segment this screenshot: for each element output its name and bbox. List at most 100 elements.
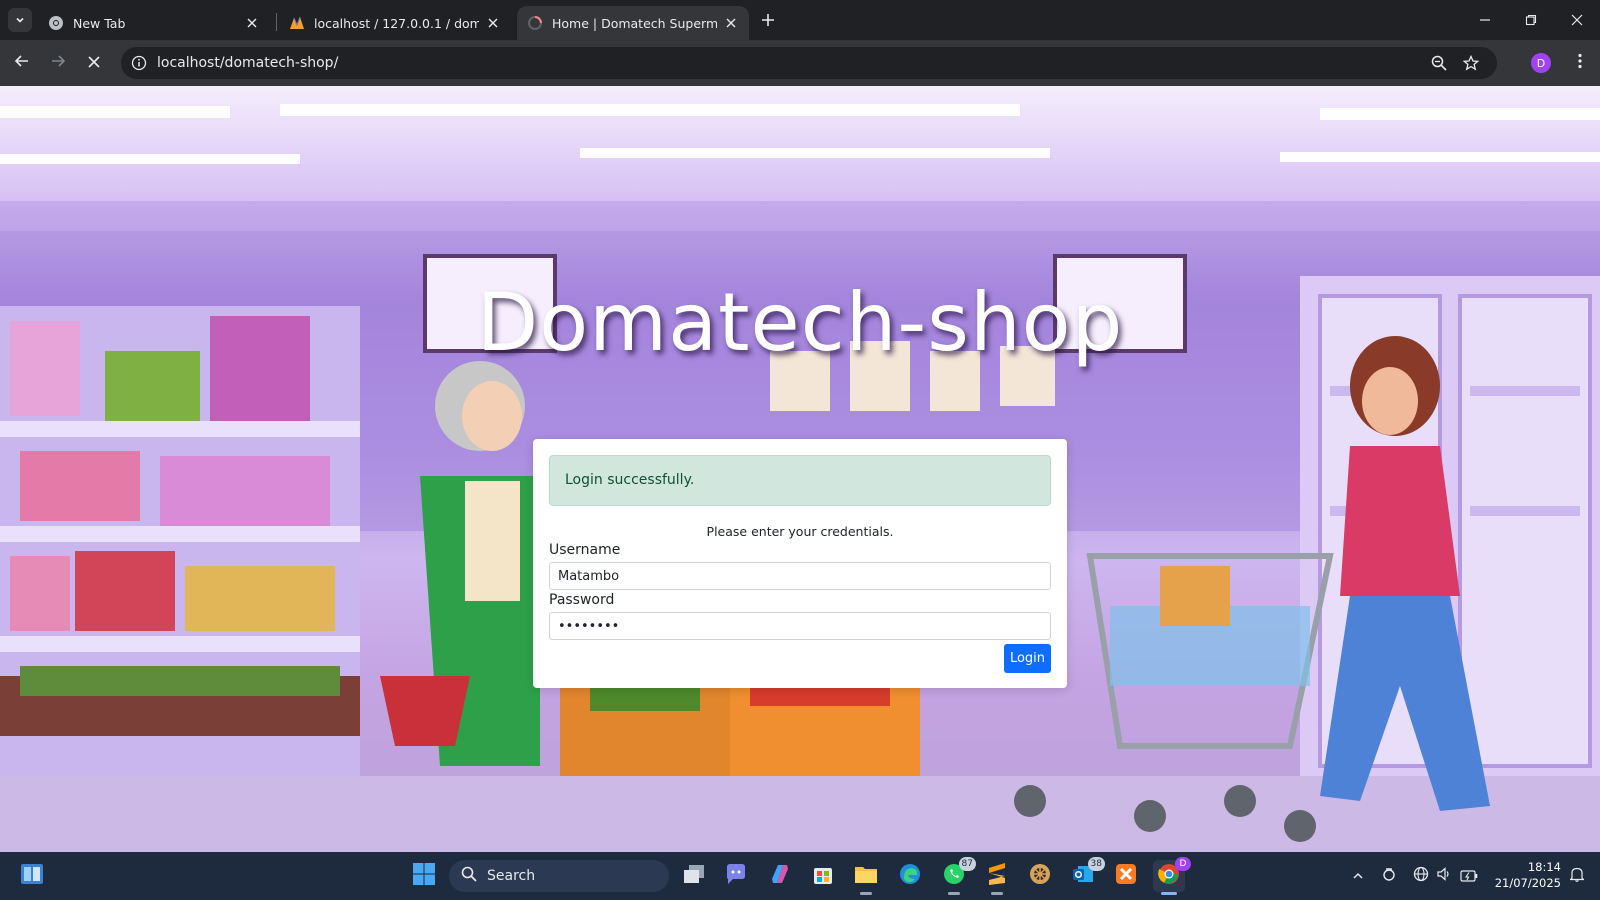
browser-menu-button[interactable] bbox=[1568, 51, 1592, 75]
folder-icon bbox=[854, 864, 878, 888]
tab-search-button[interactable] bbox=[8, 8, 32, 32]
chrome-icon bbox=[48, 15, 64, 31]
password-input[interactable] bbox=[549, 612, 1051, 640]
page-viewport: Domatech-shop Login successfully. Please… bbox=[0, 86, 1600, 852]
start-button[interactable] bbox=[408, 860, 440, 892]
sublime-icon bbox=[988, 863, 1006, 889]
edge-icon bbox=[899, 863, 921, 889]
arrow-right-icon bbox=[50, 53, 66, 73]
chat-icon bbox=[725, 863, 747, 889]
username-label: Username bbox=[549, 542, 621, 558]
phpmyadmin-icon bbox=[289, 15, 305, 31]
clock-time: 18:14 bbox=[1527, 860, 1561, 874]
login-form: Login successfully. Please enter your cr… bbox=[533, 439, 1067, 688]
close-icon[interactable] bbox=[485, 15, 501, 31]
loading-icon bbox=[527, 15, 543, 31]
taskbar-search[interactable]: Search bbox=[449, 860, 669, 892]
back-button[interactable] bbox=[8, 49, 36, 77]
tab-domatech-home[interactable]: Home | Domatech Supermarket bbox=[517, 6, 749, 40]
minimize-icon bbox=[1479, 11, 1491, 30]
xampp-button[interactable] bbox=[1110, 860, 1142, 892]
task-view-icon bbox=[683, 864, 705, 888]
stop-loading-button[interactable] bbox=[80, 49, 108, 77]
notification-badge: 38 bbox=[1087, 857, 1105, 871]
restore-button[interactable] bbox=[1511, 6, 1551, 34]
search-label: Search bbox=[487, 868, 536, 884]
task-view-button[interactable] bbox=[678, 860, 710, 892]
speaker-icon bbox=[1436, 866, 1452, 886]
notification-badge: 87 bbox=[958, 857, 976, 871]
chevron-up-icon bbox=[1352, 867, 1364, 886]
profile-avatar[interactable]: D bbox=[1531, 53, 1551, 73]
windows-taskbar: Search 87 38 D 18:14 21/07/2025 bbox=[0, 852, 1600, 900]
copilot-icon bbox=[769, 863, 791, 889]
widgets-icon bbox=[20, 863, 44, 889]
xampp-icon bbox=[1115, 863, 1137, 889]
tab-title: New Tab bbox=[73, 15, 126, 31]
close-icon bbox=[87, 54, 101, 73]
close-icon bbox=[1571, 11, 1583, 30]
clock-date: 21/07/2025 bbox=[1494, 876, 1561, 890]
tab-divider bbox=[276, 13, 277, 31]
browser-toolbar: localhost/domatech-shop/ D bbox=[0, 40, 1600, 86]
running-indicator bbox=[948, 892, 960, 895]
store-icon bbox=[812, 863, 834, 889]
tab-phpmyadmin[interactable]: localhost / 127.0.0.1 / domatech bbox=[279, 6, 511, 40]
tab-title: localhost / 127.0.0.1 / domatech bbox=[314, 15, 479, 31]
globe-icon bbox=[1413, 866, 1429, 886]
site-info-icon[interactable] bbox=[127, 51, 151, 75]
username-input[interactable] bbox=[549, 562, 1051, 590]
show-hidden-icons-button[interactable] bbox=[1348, 866, 1368, 886]
battery-charging-icon bbox=[1460, 867, 1478, 886]
running-indicator bbox=[1161, 892, 1177, 895]
system-clock[interactable]: 18:14 21/07/2025 bbox=[1491, 859, 1561, 891]
plus-icon bbox=[761, 12, 775, 31]
running-indicator bbox=[860, 892, 872, 895]
minimize-button[interactable] bbox=[1465, 6, 1505, 34]
file-explorer-button[interactable] bbox=[850, 860, 882, 895]
sync-status-button[interactable] bbox=[1379, 866, 1399, 886]
windows-logo-icon bbox=[412, 862, 436, 890]
address-bar[interactable]: localhost/domatech-shop/ bbox=[121, 47, 1497, 79]
forward-button[interactable] bbox=[44, 49, 72, 77]
copilot-button[interactable] bbox=[764, 860, 796, 892]
sync-icon bbox=[1381, 866, 1397, 886]
restore-icon bbox=[1525, 11, 1537, 30]
success-alert: Login successfully. bbox=[549, 455, 1051, 506]
new-tab-button[interactable] bbox=[757, 10, 779, 32]
close-icon[interactable] bbox=[723, 15, 739, 31]
credentials-prompt: Please enter your credentials. bbox=[706, 524, 894, 539]
teams-chat-button[interactable] bbox=[720, 860, 752, 892]
volume-button[interactable] bbox=[1434, 866, 1454, 886]
outlook-button[interactable]: 38 bbox=[1067, 857, 1105, 892]
network-button[interactable] bbox=[1411, 866, 1431, 886]
zoom-icon[interactable] bbox=[1427, 51, 1451, 75]
battery-button[interactable] bbox=[1459, 866, 1479, 886]
profile-badge: D bbox=[1175, 857, 1191, 871]
running-indicator bbox=[991, 892, 1003, 895]
tab-new-tab[interactable]: New Tab bbox=[38, 6, 270, 40]
search-icon bbox=[461, 866, 477, 886]
wheel-icon bbox=[1029, 863, 1051, 889]
tab-title: Home | Domatech Supermarket bbox=[552, 15, 717, 31]
sublime-text-button[interactable] bbox=[981, 860, 1013, 895]
browser-tab-strip: New Tab localhost / 127.0.0.1 / domatech… bbox=[0, 0, 1600, 40]
more-vertical-icon bbox=[1578, 53, 1582, 73]
login-button[interactable]: Login bbox=[1004, 644, 1051, 673]
bell-icon bbox=[1569, 866, 1585, 886]
close-icon[interactable] bbox=[244, 15, 260, 31]
notifications-button[interactable] bbox=[1567, 866, 1587, 886]
url-text: localhost/domatech-shop/ bbox=[157, 55, 339, 71]
app-button[interactable] bbox=[1024, 860, 1056, 892]
page-title: Domatech-shop bbox=[476, 276, 1124, 369]
bookmark-star-icon[interactable] bbox=[1459, 51, 1483, 75]
chrome-taskbar-button[interactable]: D bbox=[1153, 857, 1191, 895]
whatsapp-button[interactable]: 87 bbox=[938, 857, 976, 895]
arrow-left-icon bbox=[14, 53, 30, 73]
password-label: Password bbox=[549, 592, 615, 608]
edge-button[interactable] bbox=[894, 860, 926, 892]
widgets-button[interactable] bbox=[16, 860, 48, 892]
microsoft-store-button[interactable] bbox=[807, 860, 839, 892]
chevron-down-icon bbox=[14, 11, 26, 30]
close-window-button[interactable] bbox=[1557, 6, 1597, 34]
